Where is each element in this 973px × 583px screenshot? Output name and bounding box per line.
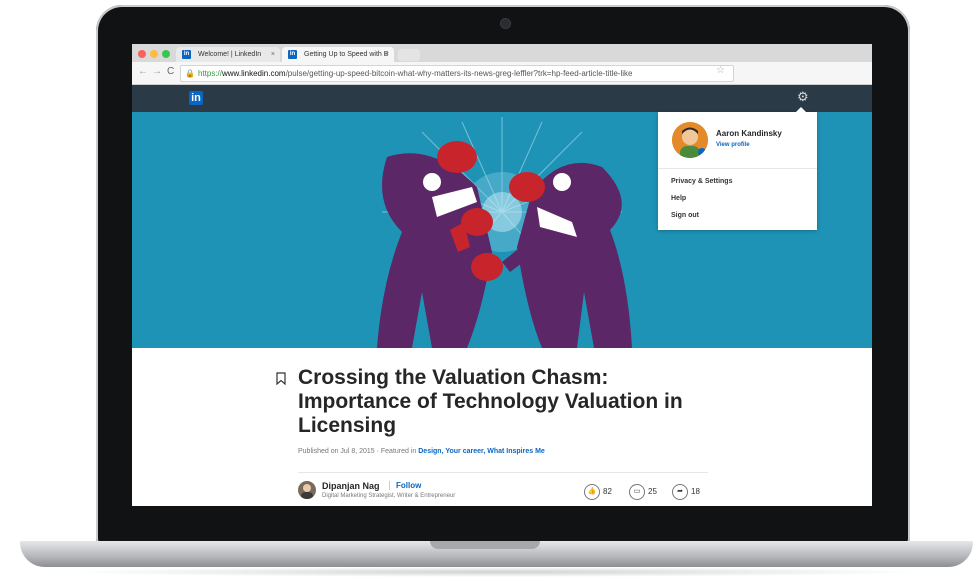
linkedin-favicon-icon: in <box>288 50 297 59</box>
dropdown-divider <box>658 168 817 169</box>
menu-item-sign-out[interactable]: Sign out <box>671 212 699 219</box>
author-headline: Digital Marketing Strategist, Writer & E… <box>322 493 456 499</box>
comment-icon: ▭ <box>629 484 645 500</box>
comment-button[interactable]: ▭ 25 <box>629 484 657 500</box>
tab-article[interactable]: in Getting Up to Speed with B × <box>282 47 394 62</box>
tab-close-icon[interactable]: × <box>385 47 389 62</box>
like-count: 82 <box>603 487 612 497</box>
divider <box>298 472 708 473</box>
dropdown-caret <box>796 107 806 112</box>
maximize-window-button[interactable] <box>162 50 170 58</box>
published-date: Published on Jul 8, 2015 · Featured in <box>298 448 419 455</box>
tab-label: Welcome! | LinkedIn <box>198 51 262 58</box>
browser-window: in Welcome! | LinkedIn × in Getting Up t… <box>132 44 872 506</box>
article-title: Crossing the Valuation Chasm: Importance… <box>298 366 683 437</box>
profile-avatar[interactable] <box>672 122 708 158</box>
laptop-notch <box>430 541 540 549</box>
article-meta: Published on Jul 8, 2015 · Featured in D… <box>298 448 545 455</box>
forward-arrow-icon[interactable]: → <box>152 66 162 77</box>
featured-tags[interactable]: Design, Your career, What Inspires Me <box>418 448 545 455</box>
bookmark-star-icon[interactable]: ☆ <box>716 65 725 76</box>
address-toolbar: ← → C 🔒 https://www.linkedin.com/pulse/ge… <box>132 62 872 85</box>
url-path: /pulse/getting-up-speed-bitcoin-what-why… <box>285 69 633 78</box>
url-host: www.linkedin.com <box>221 69 286 78</box>
laptop-shadow <box>60 567 930 577</box>
linkedin-header: in ⚙ <box>132 85 872 112</box>
url-input[interactable]: 🔒 https://www.linkedin.com/pulse/getting-… <box>180 65 734 82</box>
new-tab-button[interactable] <box>398 49 420 61</box>
bookmark-icon[interactable] <box>276 372 286 385</box>
view-profile-link[interactable]: View profile <box>716 142 750 148</box>
follow-button[interactable]: Follow <box>389 481 421 490</box>
share-arrow-icon: ➦ <box>672 484 688 500</box>
lock-icon: 🔒 <box>185 69 195 78</box>
menu-item-help[interactable]: Help <box>671 195 686 202</box>
linkedin-favicon-icon: in <box>182 50 191 59</box>
tab-close-icon[interactable]: × <box>271 47 275 62</box>
thumbs-up-icon: 👍 <box>584 484 600 500</box>
camera-icon <box>500 18 511 29</box>
like-button[interactable]: 👍 82 <box>584 484 612 500</box>
tab-bar: in Welcome! | LinkedIn × in Getting Up t… <box>132 44 872 62</box>
comment-count: 25 <box>648 487 657 497</box>
reload-icon[interactable]: C <box>167 66 174 77</box>
url-scheme: https:// <box>197 69 222 78</box>
minimize-window-button[interactable] <box>150 50 158 58</box>
menu-item-privacy-settings[interactable]: Privacy & Settings <box>671 178 732 185</box>
share-count: 18 <box>691 487 700 497</box>
tab-label: Getting Up to Speed with B <box>304 51 389 58</box>
back-arrow-icon[interactable]: ← <box>138 66 148 77</box>
author-name[interactable]: Dipanjan Nag <box>322 481 380 491</box>
share-button[interactable]: ➦ 18 <box>672 484 700 500</box>
author-avatar[interactable] <box>298 481 316 499</box>
profile-name: Aaron Kandinsky <box>716 129 782 138</box>
profile-dropdown-menu: Aaron Kandinsky View profile Privacy & S… <box>658 107 817 230</box>
close-window-button[interactable] <box>138 50 146 58</box>
linkedin-logo[interactable]: in <box>189 91 203 105</box>
tab-welcome[interactable]: in Welcome! | LinkedIn × <box>176 47 280 62</box>
settings-gear-icon[interactable]: ⚙ <box>797 89 809 105</box>
